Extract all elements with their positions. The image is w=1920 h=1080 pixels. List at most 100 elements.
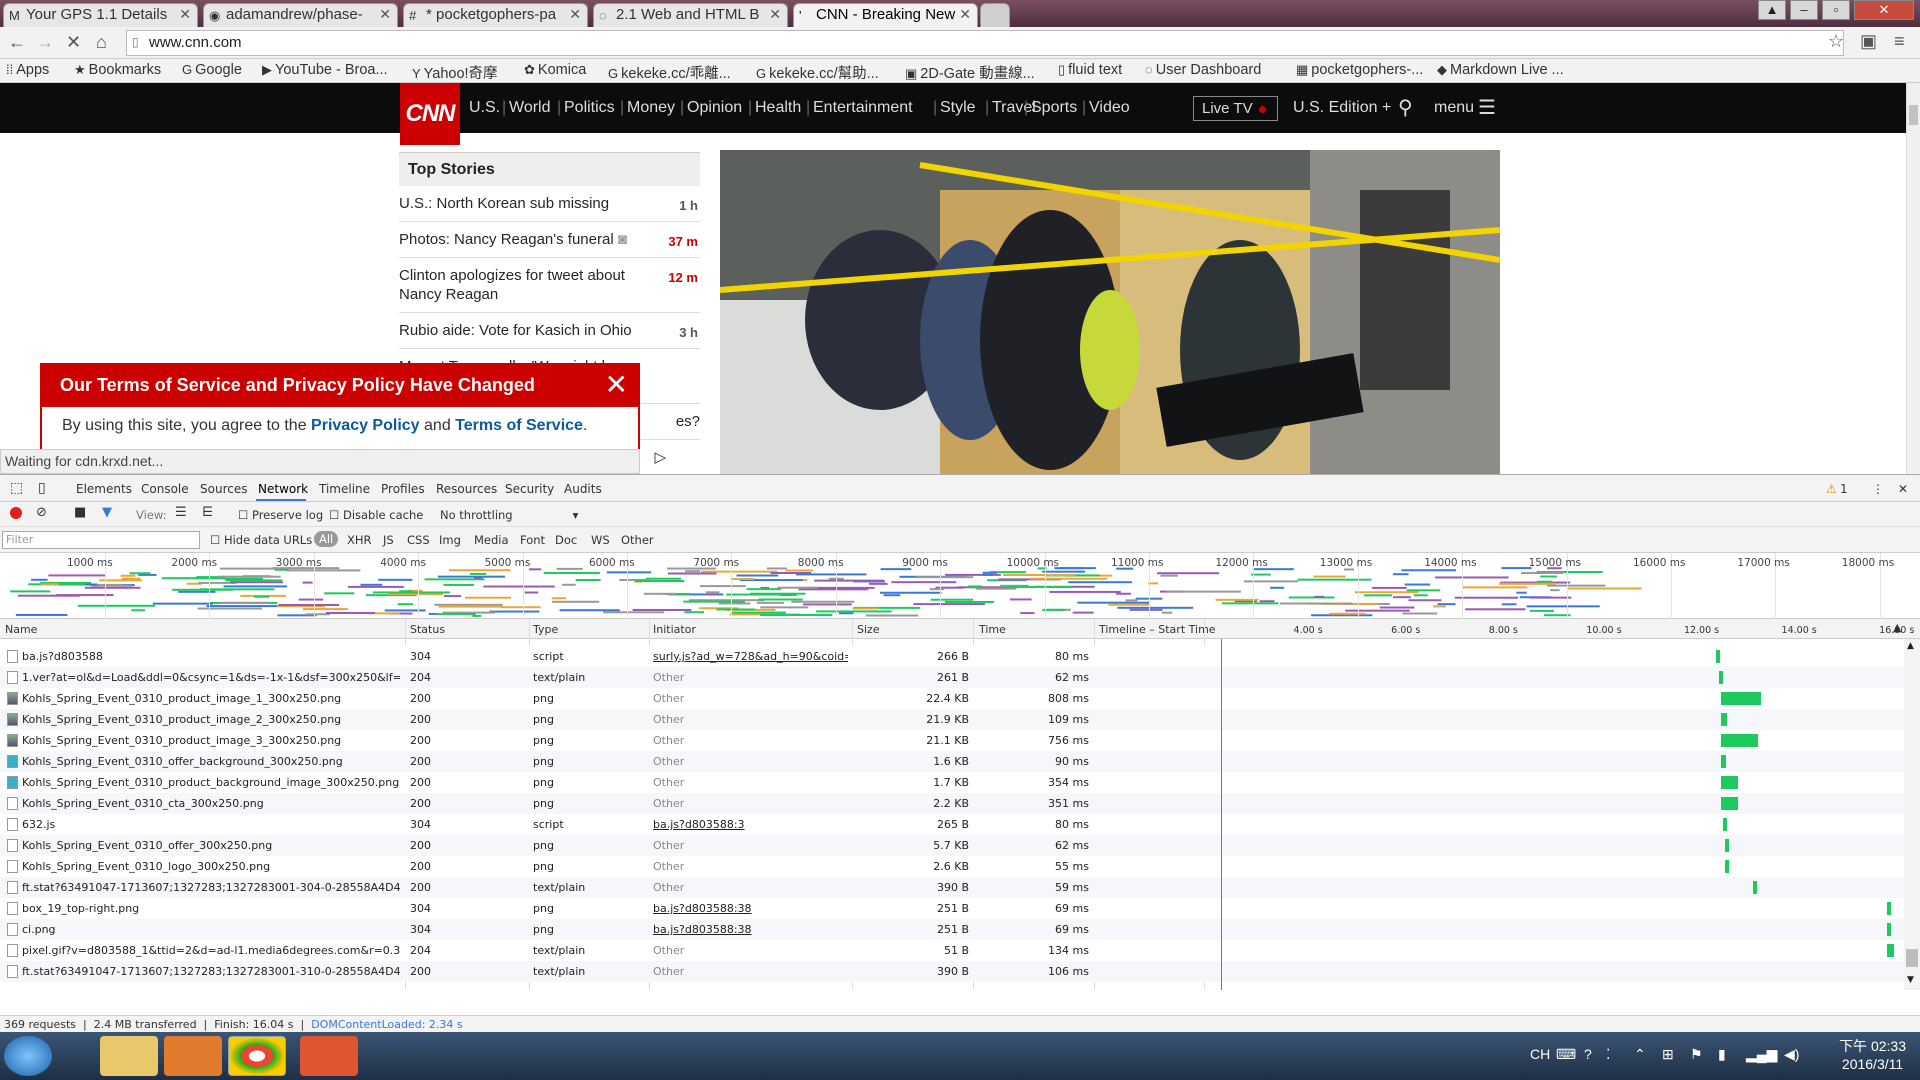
throttling-select[interactable]: No throttling ▾ <box>440 508 578 522</box>
table-row[interactable]: ft.stat?63491047-1713607;1327283;1327283… <box>0 961 1904 982</box>
filter-css[interactable]: CSS <box>407 533 430 547</box>
git-icon[interactable] <box>300 1036 358 1076</box>
clear-icon[interactable]: ⊘ <box>36 505 47 520</box>
tab-2[interactable]: # * pocketgophers-pa ✕ <box>403 3 588 27</box>
filter-ws[interactable]: WS <box>591 533 610 547</box>
bookmark-item[interactable]: Y Yahoo!奇摩 <box>412 62 498 83</box>
tab-audits[interactable]: Audits <box>564 482 602 496</box>
close-window-button[interactable]: ✕ <box>1854 0 1914 20</box>
table-row[interactable]: Kohls_Spring_Event_0310_logo_300x250.png… <box>0 856 1904 877</box>
close-icon[interactable]: ✕ <box>569 6 581 23</box>
request-initiator[interactable]: ba.js?d803588:38 <box>653 923 752 936</box>
device-icon[interactable]: ▮ <box>1718 1046 1726 1063</box>
nav-money[interactable]: Money <box>627 99 675 117</box>
page-scroll-thumb[interactable] <box>1909 105 1918 125</box>
tab-network[interactable]: Network <box>258 482 308 496</box>
table-row[interactable]: Kohls_Spring_Event_0310_cta_300x250.png 2… <box>0 793 1904 814</box>
large-rows-icon[interactable]: ☰ <box>175 505 187 520</box>
story-link[interactable]: Photos: Nancy Reagan's funeral ◙ 37 m <box>399 222 700 258</box>
request-initiator[interactable]: surly.js?ad_w=728&ad_h=90&coid=111;... <box>653 650 848 663</box>
scroll-down-icon[interactable]: ▼ <box>1907 975 1914 985</box>
language-indicator[interactable]: CH <box>1530 1046 1550 1062</box>
bookmark-item[interactable]: ◆ Markdown Live ... <box>1437 62 1564 78</box>
windows-flag-icon[interactable]: ⊞ <box>1662 1046 1674 1063</box>
filter-js[interactable]: JS <box>383 533 394 547</box>
bookmark-item[interactable]: ▯ fluid text <box>1058 62 1122 78</box>
table-row[interactable]: Kohls_Spring_Event_0310_product_image_3_… <box>0 730 1904 751</box>
hamburger-icon[interactable]: ☰ <box>1478 95 1496 120</box>
system-clock[interactable]: 下午 02:33 2016/3/11 <box>1839 1037 1906 1073</box>
story-link[interactable]: U.S.: North Korean sub missing 1 h <box>399 186 700 222</box>
tab-4[interactable]: ' CNN - Breaking New ✕ <box>793 3 978 27</box>
record-icon[interactable] <box>10 507 22 519</box>
bookmark-item[interactable]: ✿ Komica <box>524 62 586 78</box>
capture-screenshots-icon[interactable]: ■ <box>74 505 86 520</box>
bookmark-item[interactable]: Gkekeke.cc/幫助... <box>756 62 879 83</box>
bookmark-item[interactable]: ◌ User Dashboard <box>1145 62 1261 78</box>
nav-style[interactable]: Style <box>940 99 976 117</box>
filter-other[interactable]: Other <box>621 533 654 547</box>
close-icon[interactable]: ✕ <box>605 367 628 403</box>
back-icon[interactable]: ← <box>8 32 26 53</box>
table-row[interactable]: box_19_top-right.png 304 png ba.js?d803588:… <box>0 898 1904 919</box>
hero-image[interactable] <box>720 150 1500 474</box>
tab-elements[interactable]: Elements <box>76 482 132 496</box>
tab-timeline[interactable]: Timeline <box>319 482 370 496</box>
devtools-menu-icon[interactable]: ⋮ <box>1872 482 1884 496</box>
tab-3[interactable]: ◌ 2.1 Web and HTML B ✕ <box>593 3 788 27</box>
bookmark-item[interactable]: ★ Bookmarks <box>74 62 161 78</box>
live-tv-button[interactable]: Live TV <box>1193 96 1278 121</box>
keyboard-icon[interactable]: ⌨ <box>1556 1046 1576 1063</box>
tray-arrow-icon[interactable]: ⌃ <box>1634 1046 1646 1063</box>
filter-font[interactable]: Font <box>520 533 545 547</box>
warning-count[interactable]: 1 <box>1840 482 1848 496</box>
new-tab-button[interactable] <box>980 3 1010 27</box>
minimize-button[interactable]: – <box>1790 0 1818 20</box>
stop-icon[interactable]: ✕ <box>66 32 81 53</box>
devtools-close-icon[interactable]: ✕ <box>1898 482 1908 496</box>
bookmark-item[interactable]: ⁞⁞ Apps <box>6 62 49 78</box>
column-initiator[interactable]: Initiator <box>653 623 696 636</box>
menu-button[interactable]: menu <box>1434 99 1474 117</box>
close-icon[interactable]: ✕ <box>179 6 191 23</box>
table-row[interactable]: Kohls_Spring_Event_0310_offer_background… <box>0 751 1904 772</box>
start-button[interactable] <box>4 1036 52 1076</box>
column-name[interactable]: Name <box>5 623 37 636</box>
cnn-logo[interactable]: CNN <box>400 83 460 145</box>
table-row[interactable]: 1.ver?at=ol&d=Load&ddl=0&csync=1&ds=-1x-… <box>0 667 1904 688</box>
close-icon[interactable]: ✕ <box>379 6 391 23</box>
volume-icon[interactable]: ◀) <box>1784 1046 1799 1063</box>
nav-sports[interactable]: Sports <box>1031 99 1077 117</box>
inspect-icon[interactable]: ⬚ <box>10 480 23 496</box>
filter-doc[interactable]: Doc <box>555 533 577 547</box>
close-icon[interactable]: ✕ <box>769 6 781 23</box>
bookmark-item[interactable]: ▶ YouTube - Broa... <box>262 62 388 78</box>
sort-up-icon[interactable]: ▲ <box>1893 621 1901 634</box>
bookmark-item[interactable]: ▦ pocketgophers-... <box>1296 62 1423 78</box>
filter-img[interactable]: Img <box>439 533 461 547</box>
tab-profiles[interactable]: Profiles <box>381 482 425 496</box>
network-icon[interactable]: ▂▄▆ <box>1746 1046 1777 1063</box>
edition-button[interactable]: U.S. Edition + <box>1293 99 1391 117</box>
hide-data-urls-checkbox[interactable]: ☐ Hide data URLs <box>210 533 312 547</box>
column-time[interactable]: Time <box>979 623 1006 636</box>
star-icon[interactable]: ☆ <box>1828 31 1844 52</box>
bookmark-item[interactable]: ▣ 2D-Gate 動畫線... <box>905 62 1035 83</box>
column-status[interactable]: Status <box>410 623 445 636</box>
nav-health[interactable]: Health <box>755 99 801 117</box>
tray-expand-icon[interactable]: ⁚ <box>1606 1046 1610 1063</box>
extension-icon[interactable]: ▣ <box>1860 31 1877 52</box>
filter-xhr[interactable]: XHR <box>347 533 372 547</box>
network-overview[interactable]: 1000 ms 2000 ms 3000 ms 4000 ms 5000 ms 6000 … <box>0 553 1920 619</box>
table-row[interactable]: ft.stat?63491047-1713607;1327283;1327283… <box>0 877 1904 898</box>
tab-resources[interactable]: Resources <box>436 482 497 496</box>
nav-opinion[interactable]: Opinion <box>687 99 742 117</box>
filter-all[interactable]: All <box>314 531 339 547</box>
profile-button[interactable]: ▲ <box>1758 0 1786 20</box>
filter-media[interactable]: Media <box>474 533 509 547</box>
page-scrollbar[interactable] <box>1906 83 1920 474</box>
privacy-policy-link[interactable]: Privacy Policy <box>311 417 420 434</box>
nav-video[interactable]: Video <box>1089 99 1130 117</box>
chrome-menu-icon[interactable]: ≡ <box>1894 31 1905 52</box>
table-row[interactable]: pixel.gif?v=d803588_1&ttid=2&d=ad-l1.med… <box>0 940 1904 961</box>
